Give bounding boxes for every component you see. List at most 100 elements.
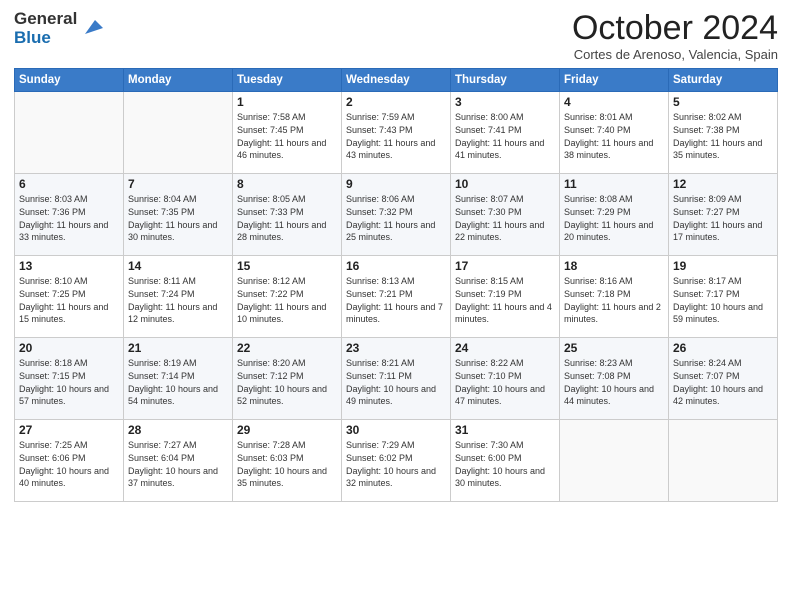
day-number: 29 bbox=[237, 423, 337, 437]
col-wednesday: Wednesday bbox=[342, 69, 451, 92]
day-number: 12 bbox=[673, 177, 773, 191]
day-number: 11 bbox=[564, 177, 664, 191]
day-number: 5 bbox=[673, 95, 773, 109]
calendar-cell: 11 Sunrise: 8:08 AM Sunset: 7:29 PM Dayli… bbox=[560, 174, 669, 256]
day-detail: Sunrise: 8:08 AM Sunset: 7:29 PM Dayligh… bbox=[564, 193, 664, 243]
calendar-cell: 2Sunrise: 7:59 AM Sunset: 7:43 PM Daylig… bbox=[342, 92, 451, 174]
col-friday: Friday bbox=[560, 69, 669, 92]
day-detail: Sunrise: 8:10 AM Sunset: 7:25 PM Dayligh… bbox=[19, 275, 119, 325]
day-detail: Sunrise: 7:59 AM Sunset: 7:43 PM Dayligh… bbox=[346, 111, 446, 161]
calendar-cell bbox=[124, 92, 233, 174]
calendar-cell: 27Sunrise: 7:25 AM Sunset: 6:06 PM Dayli… bbox=[15, 420, 124, 502]
day-detail: Sunrise: 8:04 AM Sunset: 7:35 PM Dayligh… bbox=[128, 193, 228, 243]
calendar-cell: 25 Sunrise: 8:23 AM Sunset: 7:08 PM Dayli… bbox=[560, 338, 669, 420]
day-detail: Sunrise: 8:00 AM Sunset: 7:41 PM Dayligh… bbox=[455, 111, 555, 161]
day-number: 23 bbox=[346, 341, 446, 355]
month-title: October 2024 bbox=[572, 10, 778, 47]
day-number: 26 bbox=[673, 341, 773, 355]
col-tuesday: Tuesday bbox=[233, 69, 342, 92]
col-saturday: Saturday bbox=[669, 69, 778, 92]
calendar-cell: 13 Sunrise: 8:10 AM Sunset: 7:25 PM Dayli… bbox=[15, 256, 124, 338]
day-detail: Sunrise: 8:07 AM Sunset: 7:30 PM Dayligh… bbox=[455, 193, 555, 243]
calendar-cell: 6 Sunrise: 8:03 AM Sunset: 7:36 PM Daylig… bbox=[15, 174, 124, 256]
calendar-cell: 5Sunrise: 8:02 AM Sunset: 7:38 PM Daylig… bbox=[669, 92, 778, 174]
calendar-header-row: Sunday Monday Tuesday Wednesday Thursday… bbox=[15, 69, 778, 92]
calendar-cell: 10 Sunrise: 8:07 AM Sunset: 7:30 PM Dayli… bbox=[451, 174, 560, 256]
day-detail: Sunrise: 8:11 AM Sunset: 7:24 PM Dayligh… bbox=[128, 275, 228, 325]
calendar-cell: 21Sunrise: 8:19 AM Sunset: 7:14 PM Dayli… bbox=[124, 338, 233, 420]
day-number: 18 bbox=[564, 259, 664, 273]
day-number: 27 bbox=[19, 423, 119, 437]
day-number: 6 bbox=[19, 177, 119, 191]
day-number: 14 bbox=[128, 259, 228, 273]
calendar-cell bbox=[669, 420, 778, 502]
day-number: 19 bbox=[673, 259, 773, 273]
calendar-cell: 3 Sunrise: 8:00 AM Sunset: 7:41 PM Daylig… bbox=[451, 92, 560, 174]
calendar-cell: 29 Sunrise: 7:28 AM Sunset: 6:03 PM Dayli… bbox=[233, 420, 342, 502]
page: General Blue October 2024 Cortes de Aren… bbox=[0, 0, 792, 612]
calendar-table: Sunday Monday Tuesday Wednesday Thursday… bbox=[14, 68, 778, 502]
calendar-cell: 17Sunrise: 8:15 AM Sunset: 7:19 PM Dayli… bbox=[451, 256, 560, 338]
day-detail: Sunrise: 8:18 AM Sunset: 7:15 PM Dayligh… bbox=[19, 357, 119, 407]
calendar-week-4: 20 Sunrise: 8:18 AM Sunset: 7:15 PM Dayli… bbox=[15, 338, 778, 420]
day-detail: Sunrise: 8:09 AM Sunset: 7:27 PM Dayligh… bbox=[673, 193, 773, 243]
day-detail: Sunrise: 7:29 AM Sunset: 6:02 PM Dayligh… bbox=[346, 439, 446, 489]
location-subtitle: Cortes de Arenoso, Valencia, Spain bbox=[572, 47, 778, 62]
calendar-cell bbox=[560, 420, 669, 502]
day-number: 8 bbox=[237, 177, 337, 191]
day-number: 7 bbox=[128, 177, 228, 191]
calendar-week-3: 13 Sunrise: 8:10 AM Sunset: 7:25 PM Dayli… bbox=[15, 256, 778, 338]
calendar-cell: 14 Sunrise: 8:11 AM Sunset: 7:24 PM Dayli… bbox=[124, 256, 233, 338]
day-number: 17 bbox=[455, 259, 555, 273]
calendar-cell: 31 Sunrise: 7:30 AM Sunset: 6:00 PM Dayli… bbox=[451, 420, 560, 502]
day-detail: Sunrise: 8:06 AM Sunset: 7:32 PM Dayligh… bbox=[346, 193, 446, 243]
day-detail: Sunrise: 8:01 AM Sunset: 7:40 PM Dayligh… bbox=[564, 111, 664, 161]
day-number: 4 bbox=[564, 95, 664, 109]
day-number: 13 bbox=[19, 259, 119, 273]
calendar-cell: 1 Sunrise: 7:58 AM Sunset: 7:45 PM Daylig… bbox=[233, 92, 342, 174]
day-detail: Sunrise: 8:23 AM Sunset: 7:08 PM Dayligh… bbox=[564, 357, 664, 407]
calendar-cell: 9Sunrise: 8:06 AM Sunset: 7:32 PM Daylig… bbox=[342, 174, 451, 256]
calendar-cell: 19Sunrise: 8:17 AM Sunset: 7:17 PM Dayli… bbox=[669, 256, 778, 338]
calendar-week-2: 6 Sunrise: 8:03 AM Sunset: 7:36 PM Daylig… bbox=[15, 174, 778, 256]
day-detail: Sunrise: 8:05 AM Sunset: 7:33 PM Dayligh… bbox=[237, 193, 337, 243]
day-detail: Sunrise: 7:28 AM Sunset: 6:03 PM Dayligh… bbox=[237, 439, 337, 489]
day-detail: Sunrise: 7:30 AM Sunset: 6:00 PM Dayligh… bbox=[455, 439, 555, 489]
day-number: 24 bbox=[455, 341, 555, 355]
calendar-week-1: 1 Sunrise: 7:58 AM Sunset: 7:45 PM Daylig… bbox=[15, 92, 778, 174]
calendar-cell: 8 Sunrise: 8:05 AM Sunset: 7:33 PM Daylig… bbox=[233, 174, 342, 256]
day-detail: Sunrise: 8:13 AM Sunset: 7:21 PM Dayligh… bbox=[346, 275, 446, 325]
calendar-cell: 28Sunrise: 7:27 AM Sunset: 6:04 PM Dayli… bbox=[124, 420, 233, 502]
day-number: 31 bbox=[455, 423, 555, 437]
col-monday: Monday bbox=[124, 69, 233, 92]
day-number: 25 bbox=[564, 341, 664, 355]
day-detail: Sunrise: 7:27 AM Sunset: 6:04 PM Dayligh… bbox=[128, 439, 228, 489]
day-detail: Sunrise: 8:03 AM Sunset: 7:36 PM Dayligh… bbox=[19, 193, 119, 243]
calendar-cell bbox=[15, 92, 124, 174]
logo-general: General bbox=[14, 10, 77, 29]
calendar-cell: 20 Sunrise: 8:18 AM Sunset: 7:15 PM Dayli… bbox=[15, 338, 124, 420]
day-number: 10 bbox=[455, 177, 555, 191]
logo-icon bbox=[81, 16, 103, 38]
calendar-cell: 7 Sunrise: 8:04 AM Sunset: 7:35 PM Daylig… bbox=[124, 174, 233, 256]
calendar-cell: 22Sunrise: 8:20 AM Sunset: 7:12 PM Dayli… bbox=[233, 338, 342, 420]
calendar-cell: 24Sunrise: 8:22 AM Sunset: 7:10 PM Dayli… bbox=[451, 338, 560, 420]
day-number: 3 bbox=[455, 95, 555, 109]
calendar-cell: 4 Sunrise: 8:01 AM Sunset: 7:40 PM Daylig… bbox=[560, 92, 669, 174]
day-number: 16 bbox=[346, 259, 446, 273]
day-number: 21 bbox=[128, 341, 228, 355]
logo: General Blue bbox=[14, 10, 103, 47]
calendar-cell: 30Sunrise: 7:29 AM Sunset: 6:02 PM Dayli… bbox=[342, 420, 451, 502]
calendar-cell: 16 Sunrise: 8:13 AM Sunset: 7:21 PM Dayli… bbox=[342, 256, 451, 338]
col-thursday: Thursday bbox=[451, 69, 560, 92]
day-number: 1 bbox=[237, 95, 337, 109]
day-number: 20 bbox=[19, 341, 119, 355]
day-number: 22 bbox=[237, 341, 337, 355]
day-detail: Sunrise: 8:12 AM Sunset: 7:22 PM Dayligh… bbox=[237, 275, 337, 325]
calendar-cell: 18 Sunrise: 8:16 AM Sunset: 7:18 PM Dayli… bbox=[560, 256, 669, 338]
day-detail: Sunrise: 8:24 AM Sunset: 7:07 PM Dayligh… bbox=[673, 357, 773, 407]
day-detail: Sunrise: 8:16 AM Sunset: 7:18 PM Dayligh… bbox=[564, 275, 664, 325]
day-detail: Sunrise: 7:58 AM Sunset: 7:45 PM Dayligh… bbox=[237, 111, 337, 161]
calendar-cell: 23Sunrise: 8:21 AM Sunset: 7:11 PM Dayli… bbox=[342, 338, 451, 420]
calendar-cell: 26 Sunrise: 8:24 AM Sunset: 7:07 PM Dayli… bbox=[669, 338, 778, 420]
